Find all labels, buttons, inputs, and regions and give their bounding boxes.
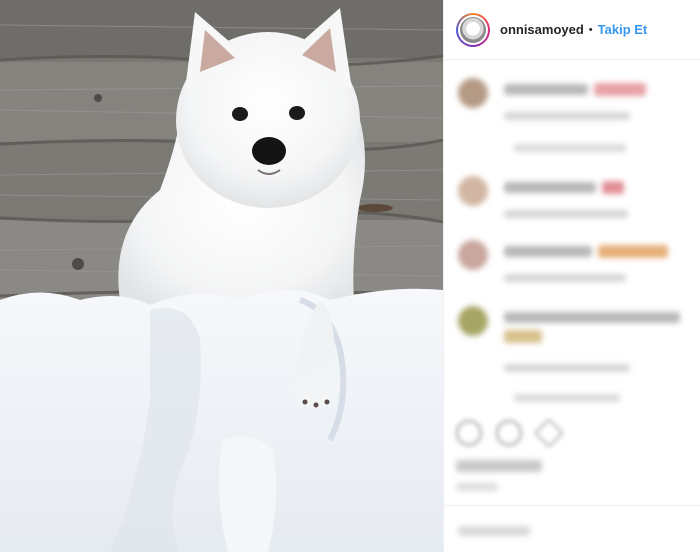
post-photo — [0, 0, 443, 552]
heart-icon[interactable] — [456, 420, 482, 446]
view-replies — [514, 144, 626, 152]
list-item — [458, 78, 688, 178]
comment-meta — [504, 364, 630, 372]
share-icon[interactable] — [534, 418, 564, 448]
separator-dot: • — [588, 23, 593, 36]
comment-username — [504, 312, 680, 323]
follow-button[interactable]: Takip Et — [598, 22, 648, 37]
comments-list — [444, 60, 700, 420]
comment-meta — [504, 112, 630, 120]
comment-meta — [504, 274, 626, 282]
comment-text — [598, 245, 668, 258]
list-item — [458, 176, 688, 236]
avatar-image — [460, 16, 486, 43]
post-image[interactable] — [0, 0, 443, 552]
post-header: onnisamoyed • Takip Et — [444, 0, 700, 60]
comment-text — [594, 83, 646, 96]
avatar-ring — [458, 14, 488, 45]
list-item — [458, 240, 688, 300]
comment-username — [504, 246, 592, 257]
view-replies — [514, 394, 620, 402]
comment-input[interactable] — [458, 526, 530, 536]
comment-text — [602, 181, 624, 194]
list-item — [458, 306, 688, 416]
comment-text — [504, 330, 542, 343]
likes-count[interactable] — [456, 460, 542, 472]
comment-meta — [504, 210, 628, 218]
avatar — [458, 306, 488, 336]
comment-username — [504, 182, 596, 193]
comment-username — [504, 84, 588, 95]
avatar — [458, 240, 488, 270]
add-comment-bar[interactable] — [444, 505, 700, 552]
avatar — [458, 176, 488, 206]
avatar[interactable] — [456, 12, 490, 47]
avatar — [458, 78, 488, 108]
username-link[interactable]: onnisamoyed — [500, 22, 584, 37]
post-sidebar: onnisamoyed • Takip Et — [443, 0, 700, 552]
post-timestamp — [456, 483, 498, 491]
comment-icon[interactable] — [496, 420, 522, 446]
